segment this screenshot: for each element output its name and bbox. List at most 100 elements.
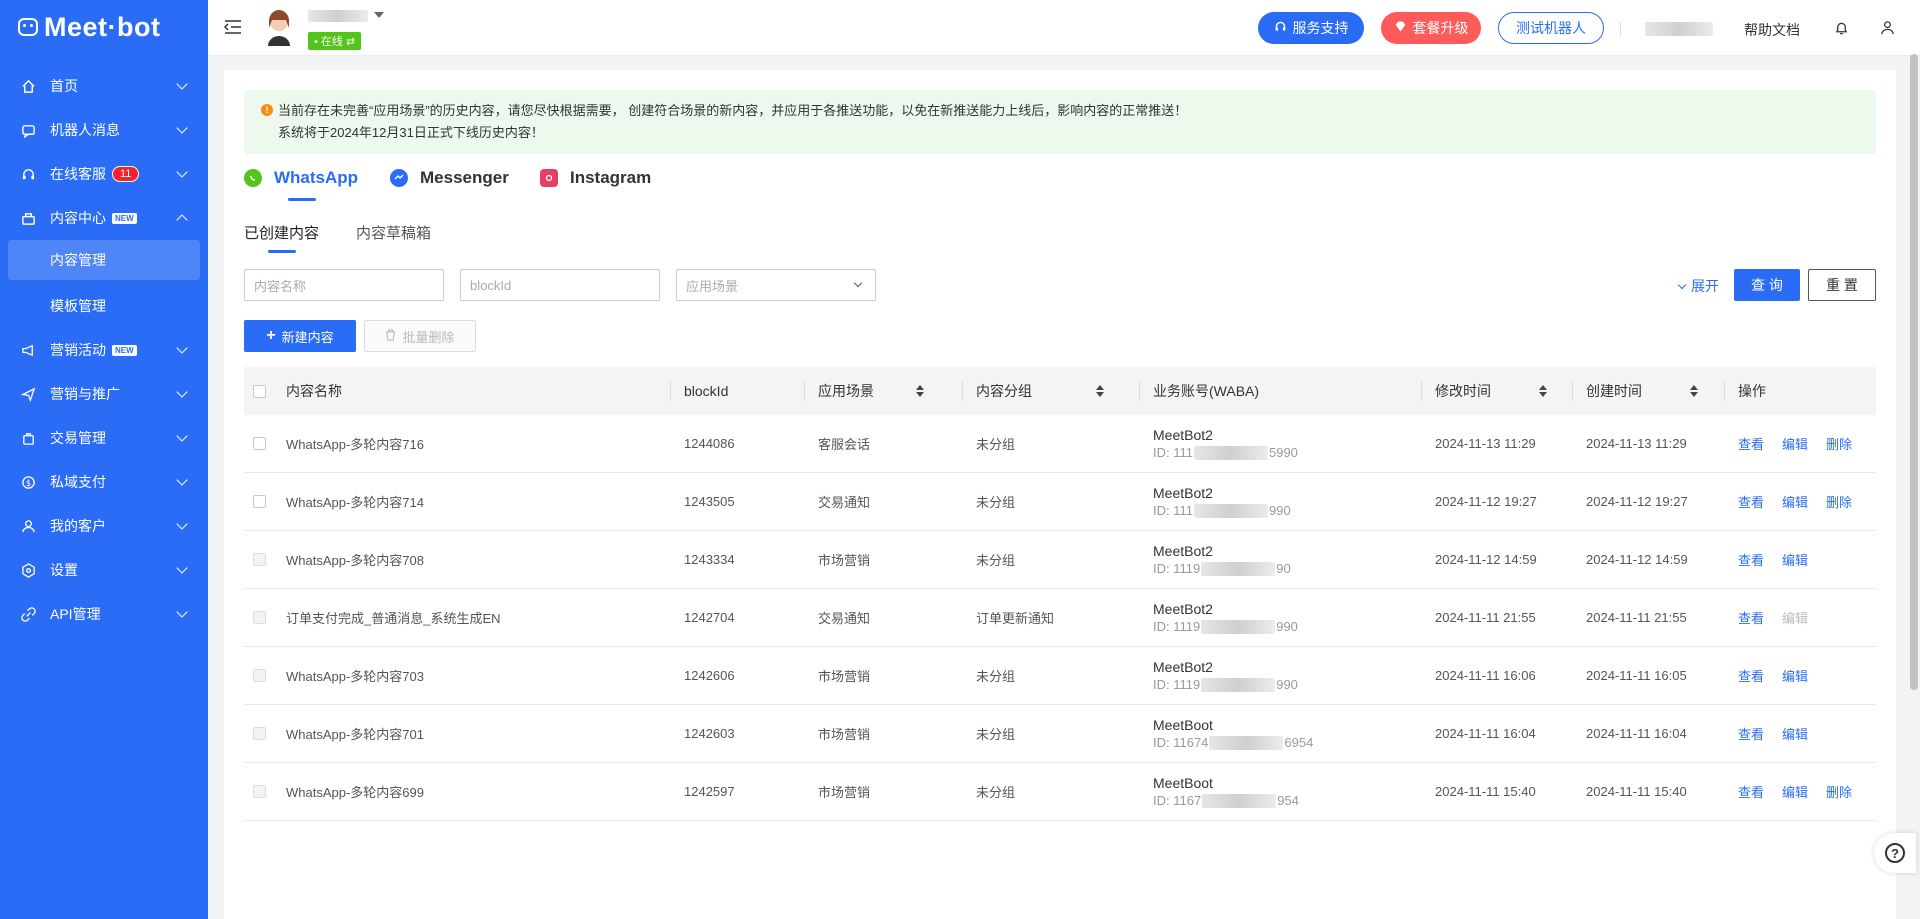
table-row[interactable]: WhatsApp-多轮内容703 1242606 市场营销 未分组 MeetBot2 ID… — [244, 647, 1876, 705]
sidebar-item-marketing-activities[interactable]: 营销活动 NEW — [0, 328, 208, 372]
cell-scene: 市场营销 — [818, 647, 870, 704]
delete-link[interactable]: 删除 — [1826, 434, 1852, 453]
delete-link[interactable]: 删除 — [1826, 782, 1852, 801]
cell-text: WhatsApp-多轮内容699 — [286, 785, 424, 800]
person-icon — [20, 518, 36, 534]
new-content-label: 新建内容 — [281, 329, 334, 345]
plan-upgrade-button[interactable]: 套餐升级 — [1381, 12, 1481, 44]
table-row[interactable]: WhatsApp-多轮内容699 1242597 市场营销 未分组 MeetBoot ID… — [244, 763, 1876, 821]
sidebar-item-label: 营销活动 — [50, 342, 106, 358]
table-row[interactable]: WhatsApp-多轮内容708 1243334 市场营销 未分组 MeetBot2 ID… — [244, 531, 1876, 589]
account-name-masked[interactable] — [1645, 22, 1713, 36]
channel-label: WhatsApp — [274, 168, 359, 187]
view-link[interactable]: 查看 — [1738, 492, 1764, 511]
view-link[interactable]: 查看 — [1738, 434, 1764, 453]
cell-text: 市场营销 — [818, 785, 871, 800]
avatar[interactable] — [264, 8, 294, 46]
sidebar-item-home[interactable]: 首页 — [0, 64, 208, 108]
view-link[interactable]: 查看 — [1738, 608, 1764, 627]
sidebar-item-marketing-promotion[interactable]: 营销与推广 — [0, 372, 208, 416]
channel-tab-messenger[interactable]: Messenger — [390, 168, 509, 188]
content-name-input[interactable]: 内容名称 — [244, 269, 444, 301]
sidebar-item-trade-management[interactable]: 交易管理 — [0, 416, 208, 460]
service-support-button[interactable]: 服务支持 — [1258, 12, 1364, 44]
table-row[interactable]: 订单支付完成_普通消息_系统生成EN 1242704 交易通知 订单更新通知 MeetB… — [244, 589, 1876, 647]
logo[interactable]: Meet·bot — [0, 0, 208, 54]
dollar-icon: $ — [20, 474, 36, 490]
channel-tab-instagram[interactable]: Instagram — [540, 168, 651, 188]
sidebar-item-my-customers[interactable]: 我的客户 — [0, 504, 208, 548]
view-link[interactable]: 查看 — [1738, 550, 1764, 569]
cell-waba: MeetBot2 ID: 1119 990 — [1153, 647, 1298, 704]
help-float-button[interactable]: ? — [1874, 833, 1916, 873]
view-link[interactable]: 查看 — [1738, 782, 1764, 801]
caret-down-icon[interactable] — [374, 12, 384, 18]
col-created[interactable]: 创建时间 — [1572, 367, 1698, 415]
bell-icon[interactable] — [1834, 20, 1849, 39]
col-modified[interactable]: 修改时间 — [1421, 367, 1547, 415]
batch-delete-button[interactable]: 批量删除 — [364, 320, 476, 352]
cell-text: 未分组 — [976, 437, 1016, 452]
tab-drafts[interactable]: 内容草稿箱 — [356, 222, 431, 243]
table-row[interactable]: WhatsApp-多轮内容701 1242603 市场营销 未分组 MeetBoot ID… — [244, 705, 1876, 763]
account-id-prefix: ID: 11674 — [1153, 735, 1209, 750]
sidebar-subitem-template-management[interactable]: 模板管理 — [0, 284, 208, 328]
col-group[interactable]: 内容分组 — [962, 367, 1104, 415]
cell-modified: 2024-11-11 16:04 — [1435, 705, 1536, 762]
select-placeholder: 应用场景 — [686, 278, 739, 294]
select-all-checkbox[interactable] — [253, 367, 266, 415]
reset-label: 重 置 — [1826, 277, 1858, 293]
row-checkbox[interactable] — [253, 473, 266, 530]
new-content-button[interactable]: + 新建内容 — [244, 320, 356, 352]
sidebar-subitem-content-management[interactable]: 内容管理 — [8, 240, 200, 280]
user-icon[interactable] — [1880, 20, 1895, 38]
table-row[interactable]: WhatsApp-多轮内容716 1244086 客服会话 未分组 MeetBot2 ID… — [244, 415, 1876, 473]
table-row[interactable]: WhatsApp-多轮内容714 1243505 交易通知 未分组 MeetBot2 ID… — [244, 473, 1876, 531]
delete-link[interactable]: 删除 — [1826, 492, 1852, 511]
page-scrollbar[interactable] — [1910, 54, 1918, 690]
notice-banner: ! 当前存在未完善“应用场景”的历史内容，请您尽快根据需要， 创建符合场景的新内… — [244, 90, 1876, 154]
test-bot-button[interactable]: 测试机器人 — [1498, 12, 1604, 44]
sidebar-item-label: 私域支付 — [50, 474, 106, 490]
query-button[interactable]: 查 询 — [1734, 269, 1800, 301]
col-content-name: 内容名称 — [286, 367, 342, 415]
sidebar-item-settings[interactable]: 设置 — [0, 548, 208, 592]
edit-link[interactable]: 编辑 — [1782, 666, 1808, 685]
row-checkbox[interactable] — [253, 763, 266, 820]
online-status-badge[interactable]: • 在线 ⇄ — [308, 32, 362, 50]
tab-created-content[interactable]: 已创建内容 — [244, 222, 319, 243]
cell-blockid: 1242704 — [684, 589, 735, 646]
cell-created: 2024-11-11 16:04 — [1586, 705, 1687, 762]
row-checkbox[interactable] — [253, 589, 266, 646]
cell-text: 未分组 — [976, 553, 1016, 568]
scene-select[interactable]: 应用场景 — [676, 269, 876, 301]
row-checkbox[interactable] — [253, 705, 266, 762]
sidebar-item-bot-messages[interactable]: 机器人消息 — [0, 108, 208, 152]
view-link[interactable]: 查看 — [1738, 666, 1764, 685]
sidebar-item-content-center[interactable]: 内容中心 NEW — [0, 196, 208, 240]
masked-id — [1201, 561, 1276, 576]
reset-button[interactable]: 重 置 — [1808, 269, 1876, 301]
edit-link[interactable]: 编辑 — [1782, 724, 1808, 743]
sidebar-item-online-service[interactable]: 在线客服 11 — [0, 152, 208, 196]
view-link[interactable]: 查看 — [1738, 724, 1764, 743]
channel-tab-whatsapp[interactable]: WhatsApp — [244, 168, 358, 188]
expand-filters-link[interactable]: 展开 — [1677, 276, 1719, 296]
blockid-input[interactable]: blockId — [460, 269, 660, 301]
col-scene[interactable]: 应用场景 — [804, 367, 924, 415]
sidebar-item-api-management[interactable]: API管理 — [0, 592, 208, 636]
row-checkbox[interactable] — [253, 531, 266, 588]
collapse-menu-icon[interactable] — [223, 20, 242, 34]
edit-link[interactable]: 编辑 — [1782, 550, 1808, 569]
account-id-suffix: 6954 — [1284, 735, 1314, 750]
edit-link[interactable]: 编辑 — [1782, 434, 1808, 453]
account-id-suffix: 990 — [1268, 503, 1291, 518]
account-id-prefix: ID: 111 — [1153, 445, 1193, 460]
account-id-prefix: ID: 1119 — [1153, 677, 1201, 692]
row-checkbox[interactable] — [253, 415, 266, 472]
edit-link[interactable]: 编辑 — [1782, 782, 1808, 801]
edit-link[interactable]: 编辑 — [1782, 492, 1808, 511]
help-docs-link[interactable]: 帮助文档 — [1744, 20, 1800, 40]
row-checkbox[interactable] — [253, 647, 266, 704]
sidebar-item-private-payment[interactable]: $ 私域支付 — [0, 460, 208, 504]
